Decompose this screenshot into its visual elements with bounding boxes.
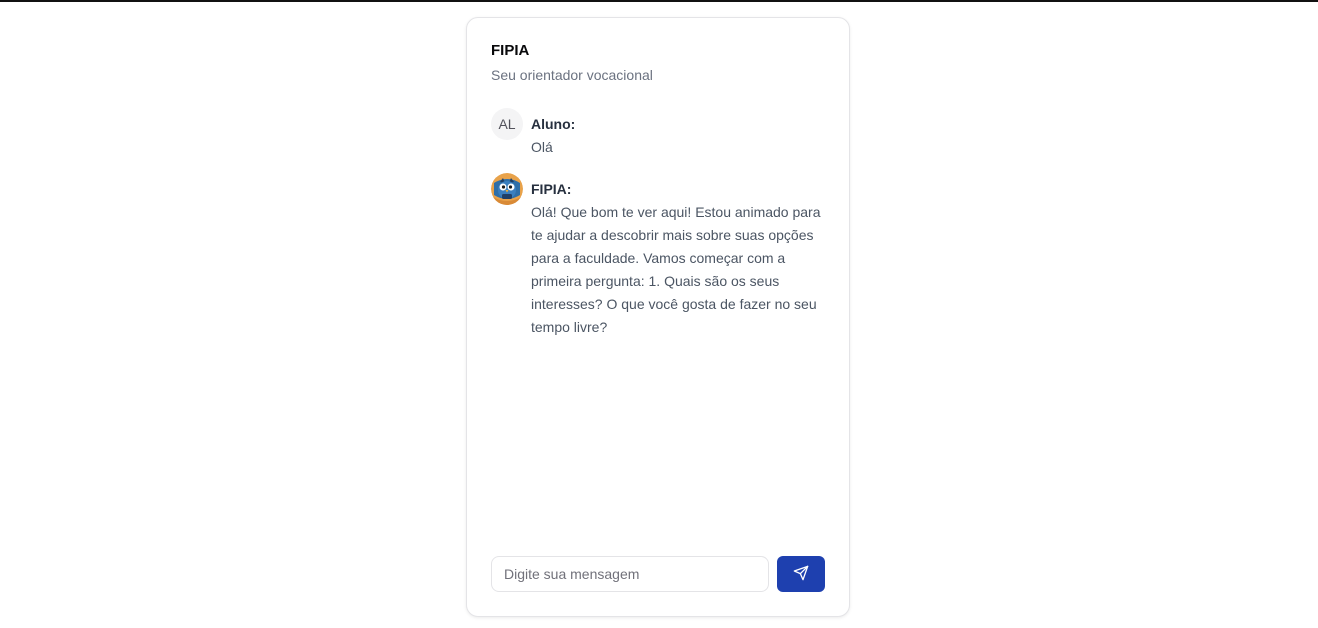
- top-border: [0, 0, 1318, 2]
- owl-mascot-icon: [491, 173, 523, 205]
- message-user: AL Aluno: Olá: [491, 108, 825, 159]
- message-text: Olá! Que bom te ver aqui! Estou animado …: [531, 204, 821, 335]
- app-title: FIPIA: [491, 42, 530, 59]
- message-input[interactable]: [491, 556, 769, 592]
- chat-card: FIPIA Seu orientador vocacional AL Aluno…: [466, 17, 850, 617]
- avatar-user: AL: [491, 108, 523, 140]
- message-sender: FIPIA:: [531, 181, 572, 197]
- message-body: FIPIA: Olá! Que bom te ver aqui! Estou a…: [531, 173, 821, 339]
- send-icon: [793, 565, 809, 584]
- message-sender: Aluno:: [531, 116, 576, 132]
- app-subtitle: Seu orientador vocacional: [491, 67, 653, 83]
- message-text: Olá: [531, 139, 553, 155]
- message-body: Aluno: Olá: [531, 108, 821, 159]
- send-button[interactable]: [777, 556, 825, 592]
- message-assistant: FIPIA: Olá! Que bom te ver aqui! Estou a…: [491, 173, 825, 339]
- message-composer: [491, 556, 825, 592]
